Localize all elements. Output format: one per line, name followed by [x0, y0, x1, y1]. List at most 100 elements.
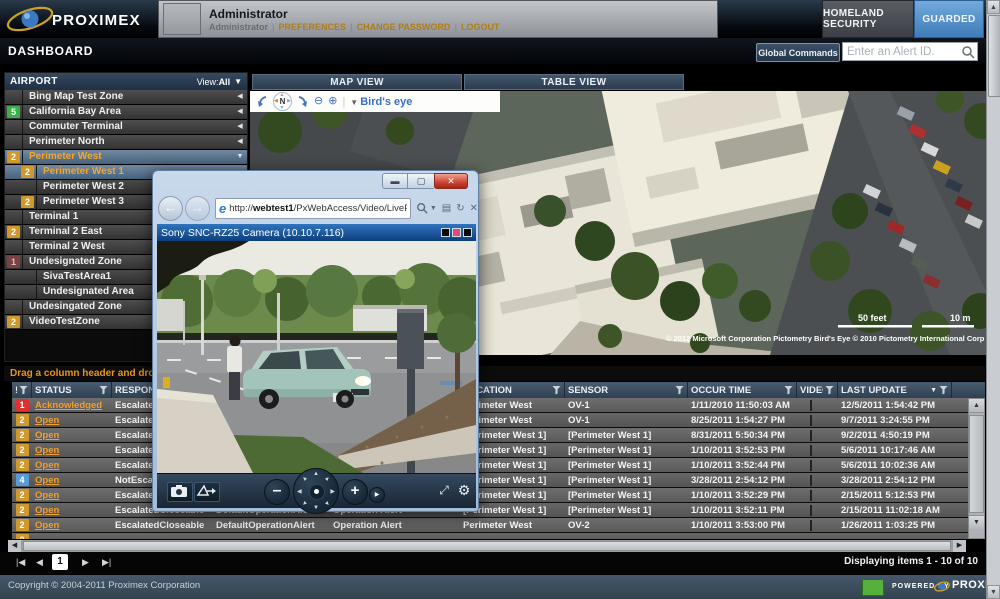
export-button[interactable]	[194, 482, 220, 502]
table-horizontal-scrollbar[interactable]: ◀ ▶	[8, 540, 966, 552]
col-sensor[interactable]: SENSOR	[565, 382, 688, 398]
filter-icon[interactable]	[939, 386, 948, 395]
tab-map-view[interactable]: MAP VIEW	[252, 74, 462, 90]
chevron-down-icon[interactable]: ▼	[430, 205, 437, 212]
video-indicator[interactable]	[810, 445, 812, 456]
minimize-button[interactable]: ▬	[382, 173, 408, 189]
status-link[interactable]: Open	[32, 460, 112, 471]
status-link[interactable]: Open	[32, 415, 112, 426]
ptz-downright-icon[interactable]: ▲	[323, 499, 331, 507]
ptz-upright-icon[interactable]: ▲	[323, 475, 331, 483]
filter-icon[interactable]	[784, 386, 793, 395]
status-link[interactable]: Open	[32, 445, 112, 456]
next-page-button[interactable]: ▶	[82, 555, 89, 570]
scroll-up-icon[interactable]: ▲	[987, 0, 1000, 14]
status-link[interactable]: Open	[32, 520, 112, 531]
video-indicator[interactable]	[810, 520, 812, 531]
zone-tree-item[interactable]: 5 California Bay Area	[5, 105, 247, 120]
ptz-upleft-icon[interactable]: ▲	[301, 475, 309, 483]
expand-arrow-icon[interactable]	[233, 150, 247, 164]
live-video-frame[interactable]	[157, 241, 476, 473]
maximize-button[interactable]: ▢	[408, 173, 434, 189]
video-cell[interactable]	[797, 430, 838, 441]
scroll-up-icon[interactable]: ▲	[969, 399, 984, 413]
video-indicator[interactable]	[810, 430, 812, 441]
col-occur-time[interactable]: OCCUR TIME	[688, 382, 797, 398]
status-link[interactable]: Open	[32, 475, 112, 486]
homeland-security-button[interactable]: HOMELAND SECURITY	[822, 0, 914, 38]
video-indicator[interactable]	[810, 415, 812, 426]
status-link[interactable]: Open	[32, 505, 112, 516]
refresh-icon[interactable]: ↻	[456, 203, 464, 214]
close-button[interactable]: ✕	[434, 173, 468, 189]
prev-page-button[interactable]: ◀	[36, 555, 43, 570]
table-vertical-scrollbar[interactable]: ▲ ▼	[968, 398, 985, 539]
expand-arrow-icon[interactable]	[233, 90, 247, 104]
ptz-left-icon[interactable]: ◀	[297, 488, 302, 495]
scroll-right-icon[interactable]: ▶	[953, 540, 966, 552]
expand-arrow-icon[interactable]	[233, 135, 247, 149]
filter-icon[interactable]	[552, 386, 561, 395]
ptz-up-icon[interactable]: ▲	[313, 471, 319, 477]
status-link[interactable]: Acknowledged	[32, 400, 112, 411]
current-page-button[interactable]: 1	[52, 554, 68, 570]
page-scrollbar[interactable]: ▲ ▼	[986, 0, 1000, 599]
zoom-in-button[interactable]: +	[342, 479, 368, 505]
col-severity[interactable]: !	[12, 382, 32, 398]
preferences-link[interactable]: PREFERENCES	[279, 22, 347, 32]
zone-tree-item[interactable]: 2 Perimeter West	[5, 150, 247, 165]
col-status[interactable]: STATUS	[32, 382, 112, 398]
search-icon[interactable]	[961, 45, 975, 59]
video-indicator[interactable]	[810, 460, 812, 471]
scroll-down-icon[interactable]: ▼	[987, 585, 1000, 599]
rotate-right-icon[interactable]	[297, 95, 309, 109]
forward-button[interactable]: →	[185, 196, 210, 221]
settings-gear-icon[interactable]: ⚙	[455, 481, 473, 499]
video-cell[interactable]	[797, 460, 838, 471]
filter-icon[interactable]	[19, 386, 28, 395]
rotate-left-icon[interactable]	[256, 95, 268, 109]
threat-level-button[interactable]: GUARDED	[914, 0, 984, 38]
ptz-downleft-icon[interactable]: ▲	[301, 499, 309, 507]
zoom-in-icon[interactable]: ⊕	[328, 96, 337, 107]
filter-icon[interactable]	[99, 386, 108, 395]
alert-row[interactable]: 2 Open EscalatedCloseable DefaultOperati…	[12, 518, 968, 533]
first-page-button[interactable]: |◀	[16, 555, 25, 570]
change-password-link[interactable]: CHANGE PASSWORD	[357, 22, 451, 32]
video-cell[interactable]	[797, 400, 838, 411]
col-last-update[interactable]: LAST UPDATE▼	[838, 382, 952, 398]
compass-control[interactable]: N ◀▶ ▲▼	[273, 92, 292, 111]
video-cell[interactable]	[797, 445, 838, 456]
play-button[interactable]: ▶	[369, 487, 385, 503]
scrollbar-thumb[interactable]	[23, 541, 951, 551]
scroll-left-icon[interactable]: ◀	[8, 540, 21, 552]
zone-tree-item[interactable]: Bing Map Test Zone	[5, 90, 247, 105]
video-cell[interactable]	[797, 490, 838, 501]
view-filter[interactable]: View:All	[197, 77, 230, 87]
zoom-out-icon[interactable]: ⊖	[314, 96, 323, 107]
pan-down-icon[interactable]: ▼	[280, 105, 285, 111]
expand-arrow-icon[interactable]	[233, 105, 247, 119]
zoom-out-button[interactable]: –	[264, 479, 290, 505]
video-cell[interactable]	[797, 505, 838, 516]
filter-icon[interactable]	[675, 386, 684, 395]
video-cell[interactable]	[797, 415, 838, 426]
page-icon[interactable]: ▤	[442, 203, 451, 214]
back-button[interactable]: ←	[158, 196, 183, 221]
video-cell[interactable]	[797, 535, 838, 540]
scrollbar-thumb[interactable]	[969, 415, 984, 513]
video-cell[interactable]	[797, 475, 838, 486]
url-text[interactable]: http://webtest1/PxWebAccess/Video/LivePl…	[229, 203, 407, 214]
zone-tree-item[interactable]: Commuter Terminal	[5, 120, 247, 135]
search-icon[interactable]	[416, 202, 428, 214]
pan-left-icon[interactable]: ◀	[274, 98, 278, 104]
snapshot-button[interactable]	[167, 482, 193, 502]
ptz-down-icon[interactable]: ▼	[313, 505, 319, 511]
filter-icon[interactable]	[825, 386, 834, 395]
global-commands-button[interactable]: Global Commands	[756, 43, 840, 62]
address-bar[interactable]: e http://webtest1/PxWebAccess/Video/Live…	[215, 198, 411, 219]
video-indicator[interactable]	[810, 475, 812, 486]
fullscreen-icon[interactable]: ⤢	[435, 481, 453, 499]
alert-row[interactable]: 2	[12, 533, 968, 539]
video-popup-window[interactable]: ▬ ▢ ✕ ← → e http://webtest1/PxWebAccess/…	[152, 170, 479, 512]
